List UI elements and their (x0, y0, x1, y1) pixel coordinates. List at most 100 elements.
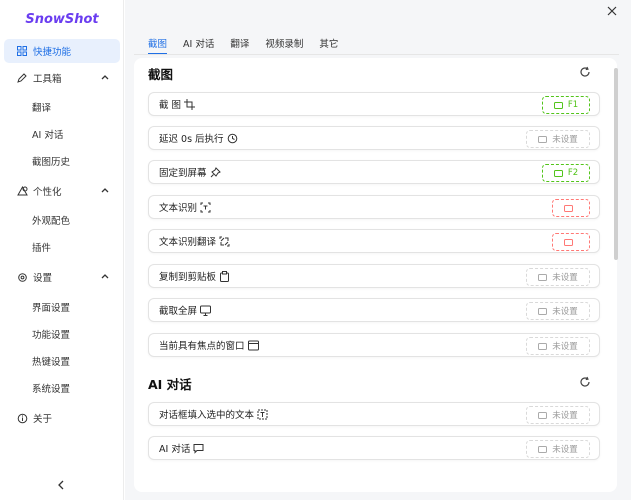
sidebar-item-about[interactable]: 关于 (4, 406, 120, 430)
tab-other[interactable]: 其它 (319, 36, 338, 52)
shortcut-label: 文本识别翻译 (159, 237, 217, 248)
shortcut-label: 截取全屏 (159, 306, 198, 317)
sidebar-item-label: 截图历史 (32, 157, 71, 168)
hotkey-button[interactable]: 未设置 (526, 268, 590, 286)
hotkey-button[interactable]: 未设置 (526, 337, 590, 355)
shortcut-row-screenshot: 截 图 F1 (148, 92, 600, 116)
crop-icon (184, 98, 196, 110)
sidebar-item-appearance[interactable]: 外观配色 (4, 208, 120, 232)
sidebar-item-label: 设置 (33, 273, 53, 284)
hotkey-value: 未设置 (552, 411, 578, 421)
sidebar-item-label: 翻译 (32, 103, 52, 114)
hotkey-button[interactable]: 未设置 (526, 406, 590, 424)
pin-icon (210, 166, 221, 178)
hotkey-value: 未设置 (552, 307, 578, 317)
sidebar-item-label: 插件 (32, 243, 52, 254)
keyboard-icon (564, 204, 573, 212)
sidebar-item-system-settings[interactable]: 系统设置 (4, 376, 120, 400)
sidebar-item-label: 界面设置 (32, 303, 71, 314)
chevron-up-icon[interactable] (100, 72, 110, 82)
sidebar-item-hotkey-settings[interactable]: 热键设置 (4, 349, 120, 373)
clock-icon (227, 133, 238, 144)
app-logo: SnowShot (25, 12, 99, 27)
sidebar-item-label: 关于 (33, 414, 53, 425)
sidebar: SnowShot 快捷功能 工具箱 翻译 AI 对话 截图历史 个性化 外观配色… (0, 0, 124, 500)
keyboard-icon (538, 342, 548, 350)
shortcut-row-pin: 固定到屏幕 F2 (148, 160, 600, 184)
shortcut-row-focused-window: 当前具有焦点的窗口 未设置 (148, 333, 600, 357)
shortcut-label: 延迟 0s 后执行 (159, 134, 224, 145)
tab-video-recording[interactable]: 视频录制 (265, 36, 303, 52)
sidebar-item-screenshot-history[interactable]: 截图历史 (4, 149, 120, 173)
collapse-sidebar-icon[interactable] (54, 478, 68, 492)
chevron-up-icon[interactable] (100, 271, 110, 281)
section-title-ai-chat: AI 对话 (148, 377, 192, 392)
tab-ai-chat[interactable]: AI 对话 (183, 36, 214, 52)
scrollbar[interactable] (614, 68, 618, 260)
shortcut-label: 当前具有焦点的窗口 (159, 341, 245, 352)
monitor-icon (200, 305, 212, 316)
chat-icon (193, 443, 204, 454)
sidebar-item-plugins[interactable]: 插件 (4, 235, 120, 259)
refresh-icon[interactable] (579, 66, 591, 78)
refresh-icon[interactable] (579, 376, 591, 388)
sidebar-item-personalization[interactable]: 个性化 (4, 179, 120, 203)
gear-icon (16, 271, 28, 283)
shortcut-label: 复制到剪贴板 (159, 272, 217, 283)
keyboard-icon (564, 238, 573, 246)
tab-screenshot[interactable]: 截图 (148, 36, 168, 55)
keyboard-icon (538, 445, 548, 453)
tab-bar: 截图 AI 对话 翻译 视频录制 其它 (148, 36, 354, 55)
grid-icon (16, 45, 28, 57)
keyboard-icon (538, 411, 548, 419)
hotkey-value: F2 (567, 168, 579, 178)
close-icon[interactable] (607, 6, 617, 16)
text-select-icon (257, 409, 268, 420)
sidebar-item-toolbox[interactable]: 工具箱 (4, 66, 120, 90)
hotkey-button[interactable]: 未设置 (526, 302, 590, 320)
sidebar-item-ai-chat[interactable]: AI 对话 (4, 122, 120, 146)
shortcut-row-ai-chat: AI 对话 未设置 (148, 436, 600, 460)
keyboard-icon (538, 135, 548, 143)
keyboard-icon (553, 169, 563, 177)
hotkey-button[interactable] (552, 199, 590, 217)
hotkey-button[interactable]: F2 (542, 164, 590, 182)
shortcut-row-copy: 复制到剪贴板 未设置 (148, 264, 600, 288)
tab-translate[interactable]: 翻译 (230, 36, 249, 52)
sidebar-item-label: 功能设置 (32, 330, 71, 341)
sidebar-item-feature-settings[interactable]: 功能设置 (4, 322, 120, 346)
sidebar-item-shortcuts[interactable]: 快捷功能 (4, 39, 120, 63)
sidebar-item-translate[interactable]: 翻译 (4, 95, 120, 119)
shortcut-row-fullscreen: 截取全屏 未设置 (148, 298, 600, 322)
shortcut-row-ocr-translate: 文本识别翻译 (148, 229, 600, 253)
keyboard-icon (553, 101, 563, 109)
sidebar-item-label: 快捷功能 (33, 47, 72, 58)
hotkey-value: 未设置 (552, 273, 578, 283)
hotkey-button[interactable]: F1 (542, 96, 590, 114)
sidebar-item-label: 工具箱 (33, 74, 62, 85)
shortcut-row-ocr: 文本识别 (148, 195, 600, 219)
section-title-screenshot: 截图 (148, 67, 174, 82)
scan-text-icon (200, 202, 211, 213)
hotkey-button[interactable]: 未设置 (526, 440, 590, 458)
chevron-up-icon[interactable] (100, 185, 110, 195)
keyboard-icon (538, 307, 548, 315)
hotkey-value: 未设置 (552, 445, 578, 455)
translate-icon (219, 236, 230, 247)
shortcut-label: 固定到屏幕 (159, 168, 207, 179)
shortcut-row-chat-fill-selected: 对话框填入选中的文本 未设置 (148, 402, 600, 426)
sidebar-item-settings[interactable]: 设置 (4, 265, 120, 289)
sidebar-item-ui-settings[interactable]: 界面设置 (4, 295, 120, 319)
sidebar-item-label: 系统设置 (32, 384, 71, 395)
tabs-divider (134, 54, 619, 55)
sidebar-item-label: 热键设置 (32, 357, 71, 368)
palette-icon (16, 185, 28, 197)
hotkey-value: 未设置 (552, 135, 578, 145)
info-icon (16, 412, 28, 424)
window-icon (247, 340, 259, 351)
shortcut-label: 截 图 (159, 100, 182, 111)
shortcut-label: 对话框填入选中的文本 (159, 410, 255, 421)
hotkey-button[interactable] (552, 233, 590, 251)
hotkey-value: 未设置 (552, 342, 578, 352)
hotkey-button[interactable]: 未设置 (526, 130, 590, 148)
